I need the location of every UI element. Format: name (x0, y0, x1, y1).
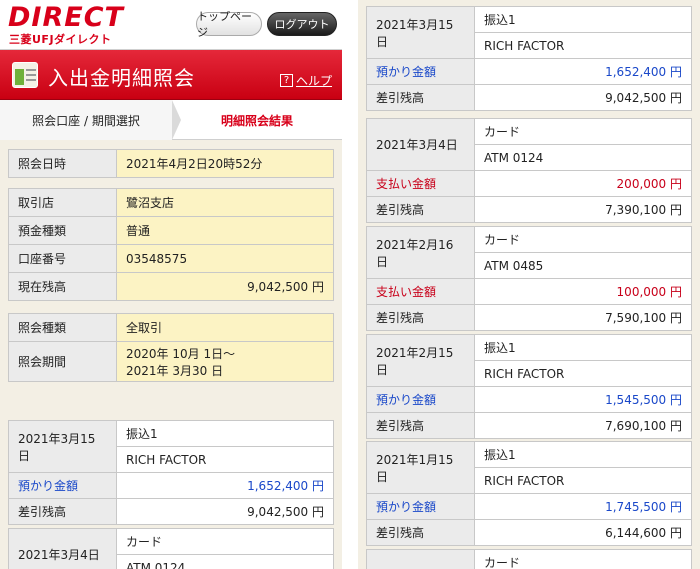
amount-value: 100,000 円 (474, 278, 692, 305)
transaction-type: カード (474, 549, 692, 569)
transaction-type: 振込1 (474, 441, 692, 468)
transaction-type: カード (474, 118, 692, 145)
transaction-description: RICH FACTOR (116, 446, 334, 473)
panel-gap (342, 0, 358, 569)
left-panel: DIRECT 三菱UFJダイレクト トップページ ログアウト 入出金明細照会 ?… (0, 0, 342, 569)
transaction-date: 2021年3月15日 (8, 420, 117, 473)
transaction-description: RICH FACTOR (474, 360, 692, 387)
transaction-date: 2021年3月4日 (366, 118, 475, 171)
page-title-bar: 入出金明細照会 ? ヘルプ (0, 50, 342, 100)
amount-value: 1,545,500 円 (474, 386, 692, 413)
period-from: 2020年 10月 1日～ (126, 346, 236, 361)
balance-label: 差引残高 (366, 412, 475, 439)
amount-value: 1,652,400 円 (474, 58, 692, 85)
amount-label: 預かり金額 (366, 386, 475, 413)
balance-value: 7,590,100 円 (474, 304, 692, 331)
transaction-card: 2021年3月15日 振込1 RICH FACTOR 預かり金額 1,652,4… (366, 6, 692, 111)
amount-value: 1,745,500 円 (474, 493, 692, 520)
current-balance-label: 現在残高 (8, 272, 117, 301)
transaction-date: 2021年3月4日 (8, 528, 117, 569)
amount-label: 預かり金額 (366, 493, 475, 520)
transaction-date (366, 549, 475, 569)
transaction-description: RICH FACTOR (474, 32, 692, 59)
amount-label: 預かり金額 (366, 58, 475, 85)
transaction-date: 2021年1月15日 (366, 441, 475, 494)
transaction-card: カード (366, 549, 692, 569)
branch-value: 鷺沼支店 (116, 188, 334, 217)
amount-label: 預かり金額 (8, 472, 117, 499)
transaction-date: 2021年2月15日 (366, 334, 475, 387)
step-navigation: 照会口座 / 期間選択 明細照会結果 (0, 100, 342, 140)
balance-label: 差引残高 (366, 304, 475, 331)
logout-button[interactable]: ログアウト (267, 12, 337, 36)
help-link[interactable]: ? ヘルプ (280, 72, 332, 89)
deposit-type-value: 普通 (116, 216, 334, 245)
transaction-description: ATM 0124 (116, 554, 334, 569)
balance-value: 9,042,500 円 (116, 498, 334, 525)
account-number-value: 03548575 (116, 244, 334, 273)
account-number-label: 口座番号 (8, 244, 117, 273)
account-info-table: 取引店 鷺沼支店 預金種類 普通 口座番号 03548575 現在残高 9,04… (8, 188, 334, 301)
page-title: 入出金明細照会 (48, 66, 195, 90)
transaction-date: 2021年2月16日 (366, 226, 475, 279)
balance-label: 差引残高 (366, 519, 475, 546)
current-balance-value: 9,042,500 円 (116, 272, 334, 301)
balance-value: 6,144,600 円 (474, 519, 692, 546)
header-bar: DIRECT 三菱UFJダイレクト トップページ ログアウト (0, 0, 342, 50)
transaction-description: ATM 0124 (474, 144, 692, 171)
balance-label: 差引残高 (366, 196, 475, 223)
balance-label: 差引残高 (366, 84, 475, 111)
inquiry-period-value: 2020年 10月 1日～ 2021年 3月30 日 (116, 341, 334, 382)
amount-value: 200,000 円 (474, 170, 692, 197)
transaction-type: 振込1 (474, 6, 692, 33)
transaction-card: 2021年2月16日 カード ATM 0485 支払い金額 100,000 円 … (366, 226, 692, 331)
transaction-type: 振込1 (474, 334, 692, 361)
transaction-card: 2021年3月4日 カード ATM 0124 (8, 528, 334, 569)
transaction-card: 2021年1月15日 振込1 RICH FACTOR 預かり金額 1,745,5… (366, 441, 692, 546)
branch-label: 取引店 (8, 188, 117, 217)
inquiry-datetime-table: 照会日時 2021年4月2日20時52分 (8, 149, 334, 178)
right-panel: 2021年3月15日 振込1 RICH FACTOR 預かり金額 1,652,4… (358, 0, 700, 569)
logo-direct: DIRECT (8, 2, 124, 33)
balance-value: 7,390,100 円 (474, 196, 692, 223)
inquiry-criteria-table: 照会種類 全取引 照会期間 2020年 10月 1日～ 2021年 3月30 日 (8, 313, 334, 382)
inquiry-datetime-value: 2021年4月2日20時52分 (116, 149, 334, 178)
help-label: ヘルプ (296, 74, 333, 88)
transaction-type: カード (116, 528, 334, 555)
transaction-card: 2021年2月15日 振込1 RICH FACTOR 預かり金額 1,545,5… (366, 334, 692, 439)
amount-label: 支払い金額 (366, 170, 475, 197)
transaction-description: ATM 0485 (474, 252, 692, 279)
balance-value: 7,690,100 円 (474, 412, 692, 439)
deposit-type-label: 預金種類 (8, 216, 117, 245)
transaction-card: 2021年3月15日 振込1 RICH FACTOR 預かり金額 1,652,4… (8, 420, 334, 525)
transaction-card: 2021年3月4日 カード ATM 0124 支払い金額 200,000 円 差… (366, 118, 692, 223)
balance-label: 差引残高 (8, 498, 117, 525)
step-account-period[interactable]: 照会口座 / 期間選択 (0, 100, 181, 140)
help-icon: ? (280, 74, 293, 87)
balance-value: 9,042,500 円 (474, 84, 692, 111)
statement-icon (12, 62, 38, 88)
inquiry-datetime-label: 照会日時 (8, 149, 117, 178)
transaction-date: 2021年3月15日 (366, 6, 475, 59)
logo-subtitle: 三菱UFJダイレクト (9, 33, 112, 46)
inquiry-kind-label: 照会種類 (8, 313, 117, 342)
amount-value: 1,652,400 円 (116, 472, 334, 499)
inquiry-period-label: 照会期間 (8, 341, 117, 382)
amount-label: 支払い金額 (366, 278, 475, 305)
transaction-type: カード (474, 226, 692, 253)
step-results: 明細照会結果 (220, 113, 293, 128)
period-to: 2021年 3月30 日 (126, 363, 224, 378)
inquiry-kind-value: 全取引 (116, 313, 334, 342)
top-page-button[interactable]: トップページ (196, 10, 262, 39)
transaction-description: RICH FACTOR (474, 467, 692, 494)
transaction-type: 振込1 (116, 420, 334, 447)
